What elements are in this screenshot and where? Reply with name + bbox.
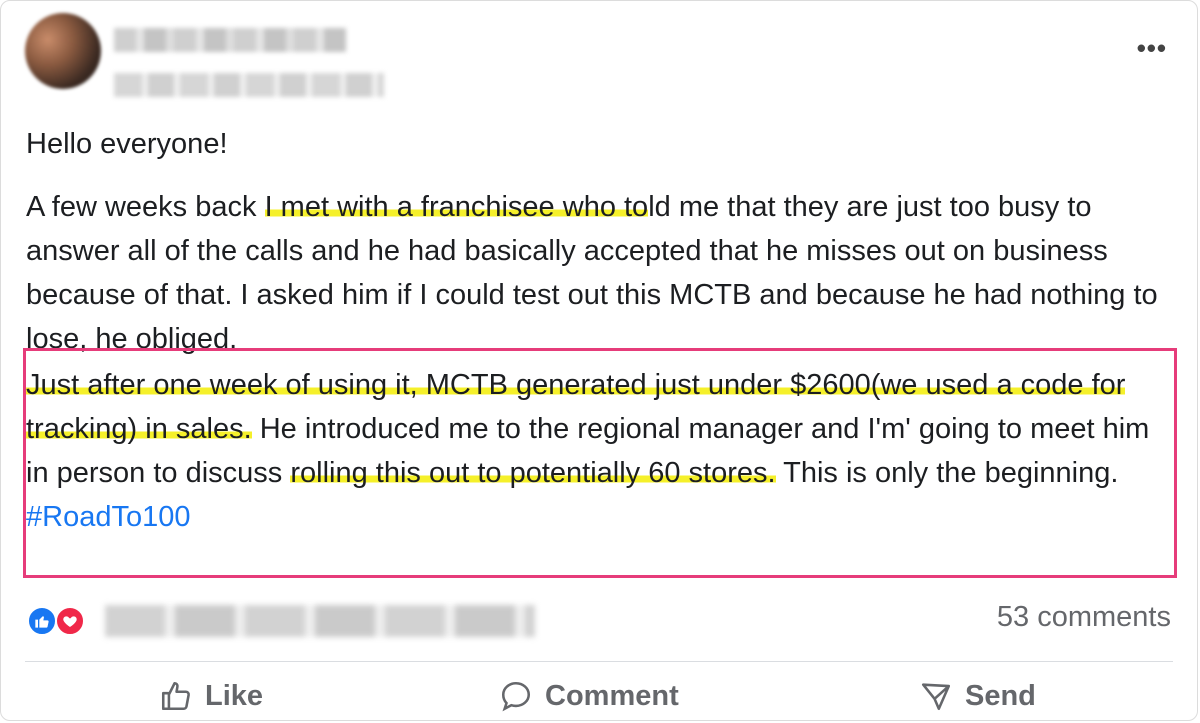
post-card: ••• Hello everyone! A few weeks back I m… xyxy=(0,0,1198,721)
para1-highlight: I met with a franchisee who to xyxy=(264,191,649,223)
send-label: Send xyxy=(965,679,1036,712)
post-paragraph-2: Just after one week of using it, MCTB ge… xyxy=(26,363,1176,539)
divider xyxy=(25,661,1173,662)
para2-text-b: This is only the beginning. xyxy=(775,457,1119,489)
hashtag-link[interactable]: #RoadTo100 xyxy=(26,501,190,533)
blurred-post-meta xyxy=(114,73,384,97)
like-reaction-icon xyxy=(27,606,57,636)
avatar[interactable] xyxy=(25,13,101,89)
blurred-author-name[interactable] xyxy=(114,28,346,52)
more-options-button[interactable]: ••• xyxy=(1137,35,1167,61)
love-reaction-icon xyxy=(55,606,85,636)
send-button[interactable]: Send xyxy=(919,673,1036,719)
send-icon xyxy=(921,683,951,711)
comments-count[interactable]: 53 comments xyxy=(997,601,1171,634)
like-button[interactable]: Like xyxy=(159,673,263,719)
para2-highlight-2: rolling this out to potentially 60 store… xyxy=(290,457,776,489)
blurred-reactor-names[interactable] xyxy=(105,605,535,637)
post-paragraph-1: A few weeks back I met with a franchisee… xyxy=(26,185,1186,361)
post-greeting: Hello everyone! xyxy=(26,128,228,160)
like-label: Like xyxy=(205,679,264,712)
para1-text-a: A few weeks back xyxy=(26,191,265,223)
comment-bubble-icon xyxy=(501,681,531,712)
comment-label: Comment xyxy=(545,679,679,712)
thumbs-up-icon xyxy=(161,681,190,711)
comment-button[interactable]: Comment xyxy=(499,673,679,719)
